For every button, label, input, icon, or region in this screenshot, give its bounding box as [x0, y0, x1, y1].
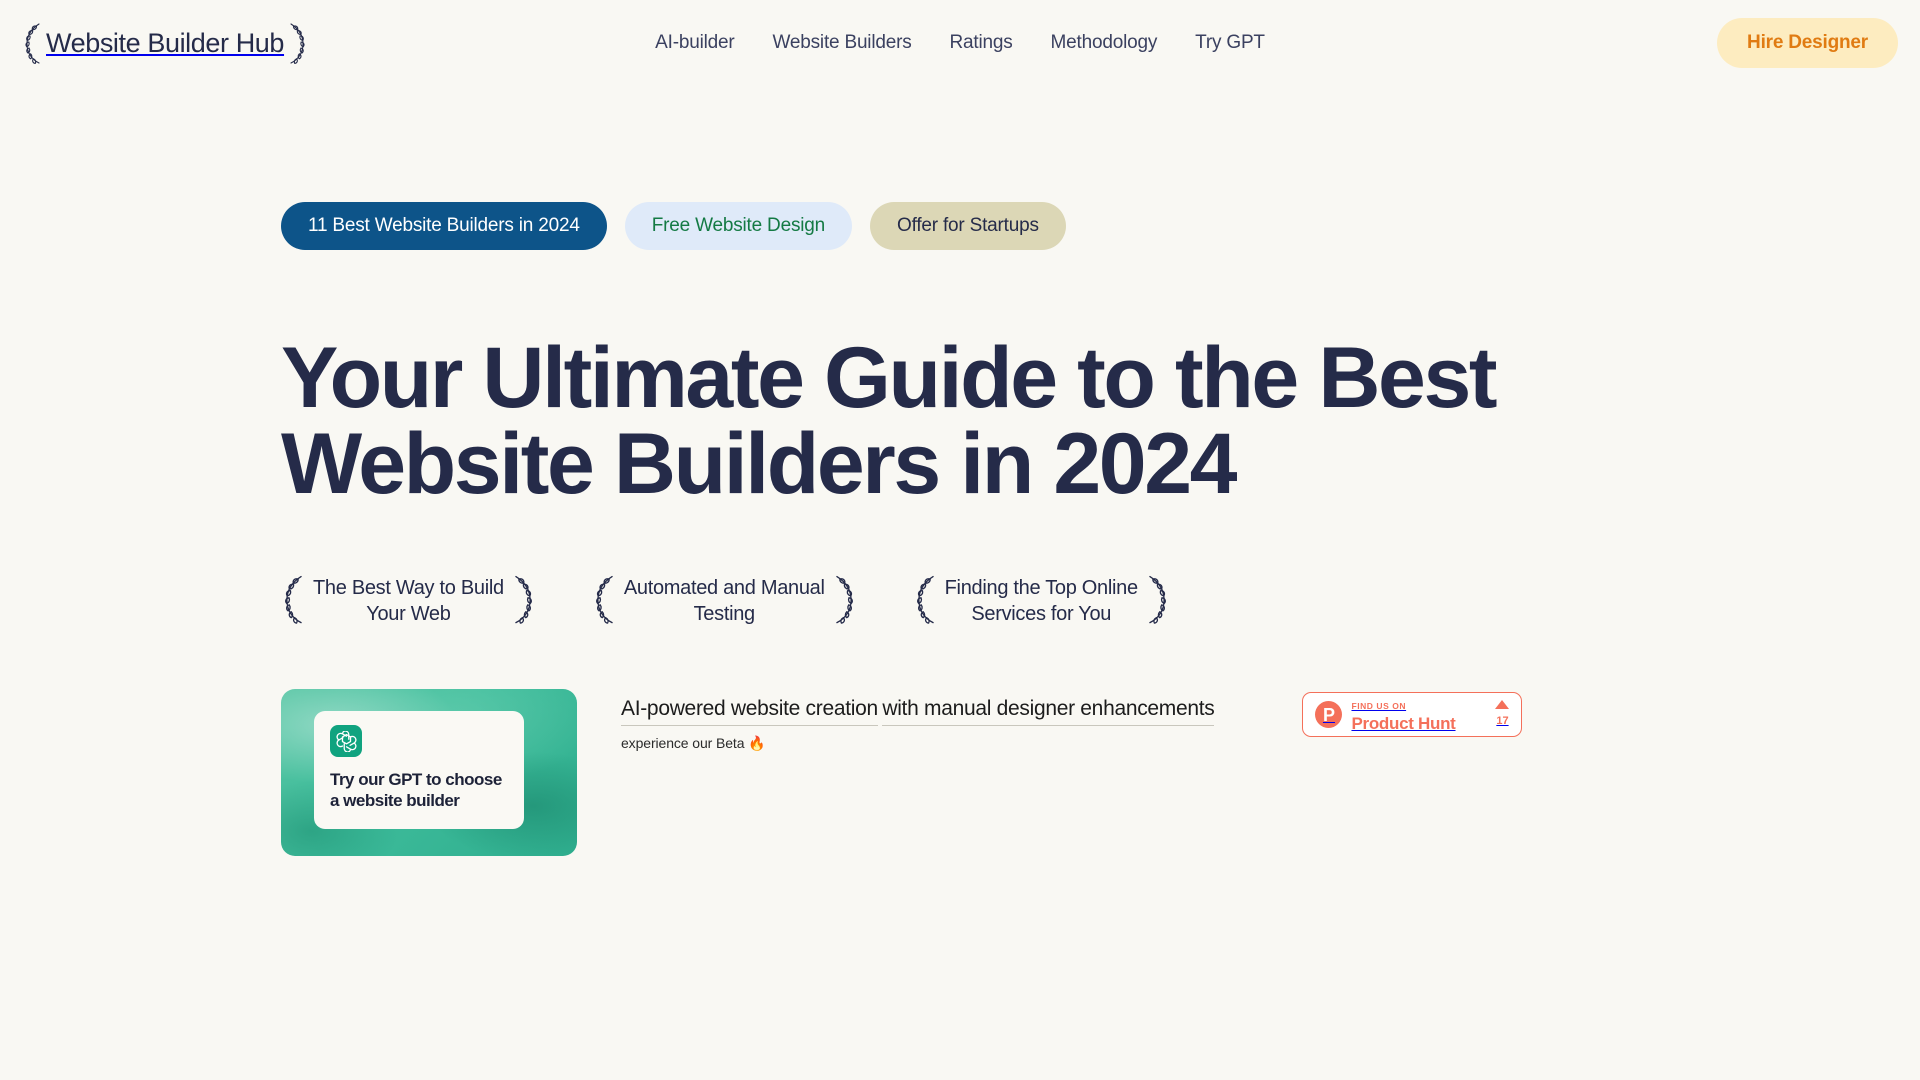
ai-feature-copy: AI-powered website creation with manual …: [621, 689, 1215, 752]
pill-free-website-design[interactable]: Free Website Design: [624, 202, 852, 250]
laurel-branch-right-icon: [831, 571, 857, 632]
upvote-caret-icon: [1495, 700, 1510, 709]
ai-feature-beta-note: experience our Beta 🔥: [621, 735, 766, 752]
site-header: Website Builder Hub AI-builder Website B…: [0, 0, 1920, 86]
award-badge-finding-top-services: Finding the Top Online Services for You: [913, 571, 1170, 632]
product-hunt-text: FIND US ON Product Hunt: [1351, 696, 1489, 733]
ai-feature-link[interactable]: AI-powered website creation with manual …: [621, 697, 1215, 727]
gpt-promo-card[interactable]: Try our GPT to choose a website builder: [281, 689, 577, 856]
nav-item-ratings[interactable]: Ratings: [950, 32, 1013, 54]
nav-item-methodology[interactable]: Methodology: [1051, 32, 1158, 54]
product-hunt-votes: 17: [1489, 700, 1510, 729]
brand-logo[interactable]: Website Builder Hub: [22, 21, 308, 65]
laurel-wreath-right-icon: [286, 21, 308, 65]
gpt-promo-card-inner: Try our GPT to choose a website builder: [314, 711, 524, 829]
award-badge-best-way-to-build: The Best Way to Build Your Web: [281, 571, 536, 632]
brand-name: Website Builder Hub: [46, 27, 285, 58]
award-badge-label: The Best Way to Build Your Web: [313, 576, 504, 625]
category-pill-row: 11 Best Website Builders in 2024 Free We…: [281, 202, 1920, 250]
hero-bottom-row: Try our GPT to choose a website builder …: [281, 689, 1920, 856]
laurel-branch-right-icon: [510, 571, 536, 632]
pill-best-website-builders[interactable]: 11 Best Website Builders in 2024: [281, 202, 607, 250]
laurel-branch-right-icon: [1144, 571, 1170, 632]
nav-item-try-gpt[interactable]: Try GPT: [1195, 32, 1265, 54]
laurel-wreath-left-icon: [22, 21, 44, 65]
product-hunt-logo-icon: P: [1315, 701, 1343, 728]
openai-logo-icon: [330, 725, 362, 757]
ai-feature-line-1: AI-powered website creation: [621, 693, 878, 727]
nav-item-ai-builder[interactable]: AI-builder: [655, 32, 735, 54]
laurel-branch-left-icon: [592, 571, 618, 632]
laurel-branch-left-icon: [281, 571, 307, 632]
product-hunt-name: Product Hunt: [1351, 713, 1456, 733]
award-badge-row: The Best Way to Build Your Web Automated…: [281, 571, 1920, 632]
product-hunt-badge[interactable]: P FIND US ON Product Hunt 17: [1302, 692, 1523, 737]
main-navigation: AI-builder Website Builders Ratings Meth…: [655, 32, 1265, 54]
gpt-promo-card-text: Try our GPT to choose a website builder: [330, 770, 502, 810]
laurel-branch-left-icon: [913, 571, 939, 632]
award-badge-label: Automated and Manual Testing: [623, 576, 825, 625]
pill-offer-for-startups[interactable]: Offer for Startups: [870, 202, 1066, 250]
award-badge-automated-manual-testing: Automated and Manual Testing: [592, 571, 857, 632]
nav-item-website-builders[interactable]: Website Builders: [773, 32, 912, 54]
ai-feature-line-2: with manual designer enhancements: [882, 693, 1215, 727]
hire-designer-button[interactable]: Hire Designer: [1717, 18, 1898, 68]
page-title: Your Ultimate Guide to the Best Website …: [281, 330, 1498, 512]
product-hunt-vote-count: 17: [1496, 715, 1509, 727]
hero-section: 11 Best Website Builders in 2024 Free We…: [0, 202, 1920, 856]
product-hunt-eyebrow: FIND US ON: [1351, 700, 1407, 711]
award-badge-label: Finding the Top Online Services for You: [944, 576, 1138, 625]
